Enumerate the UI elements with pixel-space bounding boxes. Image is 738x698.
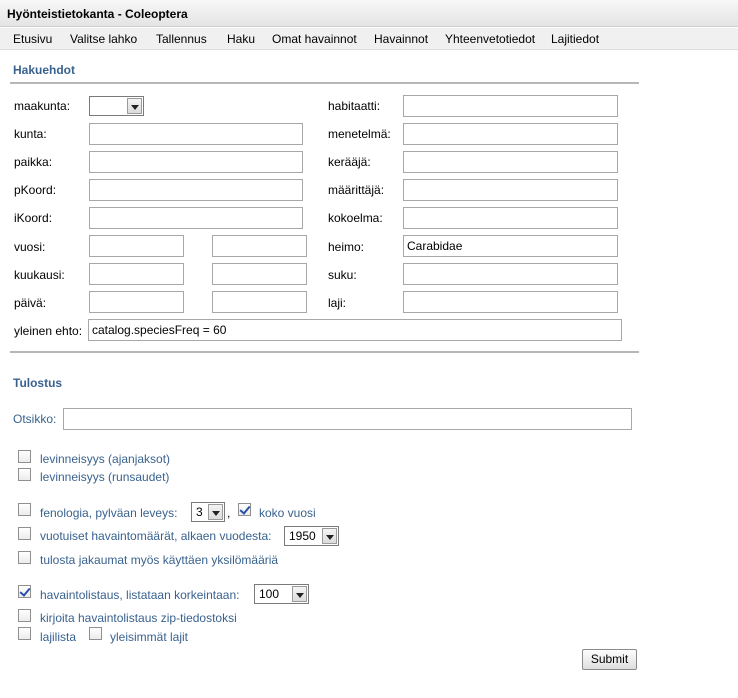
yleisimmat-checkbox[interactable] <box>89 627 102 640</box>
habitaatti-label: habitaatti: <box>328 99 381 113</box>
kunta-label: kunta: <box>14 127 47 141</box>
havaintolistaus-checkbox[interactable] <box>18 585 31 598</box>
maakunta-label: maakunta: <box>14 99 71 113</box>
window-title: Hyönteistietokanta - Coleoptera <box>0 0 738 27</box>
levinneisyys-ajanjaksot-label: levinneisyys (ajanjaksot) <box>40 452 171 466</box>
keraaja-label: kerääjä: <box>328 155 371 169</box>
fenologia-label: fenologia, pylväan leveys: <box>40 506 178 520</box>
pkoord-field[interactable] <box>89 179 303 201</box>
menu-lajitiedot[interactable]: Lajitiedot <box>551 32 599 46</box>
paiva-label: päivä: <box>14 296 47 310</box>
output-section-title: Tulostus <box>13 376 63 390</box>
paikka-label: paikka: <box>14 155 53 169</box>
vuotuiset-checkbox[interactable] <box>18 527 31 540</box>
menu-omat-havainnot[interactable]: Omat havainnot <box>272 32 357 46</box>
menu-haku[interactable]: Haku <box>227 32 255 46</box>
lajilista-checkbox[interactable] <box>18 627 31 640</box>
paiva-from-field[interactable] <box>89 291 184 313</box>
keraaja-field[interactable] <box>403 151 618 173</box>
koko-vuosi-checkbox[interactable] <box>238 503 251 516</box>
kuukausi-to-field[interactable] <box>212 263 307 285</box>
ikoord-field[interactable] <box>89 207 303 229</box>
chevron-down-icon <box>208 504 223 520</box>
search-divider-top <box>10 82 639 84</box>
jakaumat-label: tulosta jakaumat myös käyttäen yksilömää… <box>40 553 279 567</box>
search-section-title: Hakuehdot <box>13 63 76 77</box>
maakunta-select[interactable] <box>89 96 144 116</box>
laji-label: laji: <box>328 296 347 310</box>
levinneisyys-ajanjaksot-checkbox[interactable] <box>18 450 31 463</box>
vuosi-to-field[interactable] <box>212 235 307 257</box>
vuosi-label: vuosi: <box>14 240 46 254</box>
fenologia-comma: , <box>227 506 231 520</box>
fenologia-width-value: 3 <box>196 505 203 519</box>
menu-bar: Etusivu Valitse lahko Tallennus Haku Oma… <box>0 28 738 50</box>
lajilista-label: lajilista <box>40 630 77 644</box>
menu-etusivu[interactable]: Etusivu <box>13 32 52 46</box>
yleinen-ehto-field[interactable] <box>88 319 622 341</box>
menetelma-field[interactable] <box>403 123 618 145</box>
kokoelma-label: kokoelma: <box>328 211 383 225</box>
ikoord-label: iKoord: <box>14 211 53 225</box>
levinneisyys-runsaudet-checkbox[interactable] <box>18 468 31 481</box>
chevron-down-icon <box>322 528 337 544</box>
suku-label: suku: <box>328 268 357 282</box>
menu-yhteenvetotiedot[interactable]: Yhteenvetotiedot <box>445 32 535 46</box>
kuukausi-label: kuukausi: <box>14 268 65 282</box>
heimo-field[interactable] <box>403 235 618 257</box>
chevron-down-icon <box>127 98 142 114</box>
submit-button[interactable]: Submit <box>582 649 637 670</box>
havaintolistaus-max-value: 100 <box>259 587 280 601</box>
kokoelma-field[interactable] <box>403 207 618 229</box>
menu-valitse-lahko[interactable]: Valitse lahko <box>70 32 137 46</box>
havaintolistaus-max-select[interactable]: 100 <box>254 584 309 604</box>
otsikko-field[interactable] <box>63 408 632 430</box>
yleisimmat-label: yleisimmät lajit <box>110 630 189 644</box>
search-divider-bottom <box>10 351 639 353</box>
menetelma-label: menetelmä: <box>328 127 391 141</box>
otsikko-label: Otsikko: <box>13 412 57 426</box>
pkoord-label: pKoord: <box>14 183 57 197</box>
menu-havainnot[interactable]: Havainnot <box>374 32 428 46</box>
zip-label: kirjoita havaintolistaus zip-tiedostoksi <box>40 611 237 625</box>
vuotuiset-year-value: 1950 <box>289 529 316 543</box>
fenologia-width-select[interactable]: 3 <box>191 502 225 522</box>
vuotuiset-label: vuotuiset havaintomäärät, alkaen vuodest… <box>40 529 272 543</box>
jakaumat-checkbox[interactable] <box>18 551 31 564</box>
chevron-down-icon <box>292 586 307 602</box>
maarittaja-field[interactable] <box>403 179 618 201</box>
kuukausi-from-field[interactable] <box>89 263 184 285</box>
vuotuiset-year-select[interactable]: 1950 <box>284 526 339 546</box>
fenologia-checkbox[interactable] <box>18 503 31 516</box>
habitaatti-field[interactable] <box>403 95 618 117</box>
levinneisyys-runsaudet-label: levinneisyys (runsaudet) <box>40 470 170 484</box>
kunta-field[interactable] <box>89 123 303 145</box>
suku-field[interactable] <box>403 263 618 285</box>
paikka-field[interactable] <box>89 151 303 173</box>
maarittaja-label: määrittäjä: <box>328 183 385 197</box>
havaintolistaus-label: havaintolistaus, listataan korkeintaan: <box>40 588 240 602</box>
koko-vuosi-label: koko vuosi <box>259 506 316 520</box>
vuosi-from-field[interactable] <box>89 235 184 257</box>
paiva-to-field[interactable] <box>212 291 307 313</box>
menu-tallennus[interactable]: Tallennus <box>156 32 207 46</box>
yleinen-ehto-label: yleinen ehto: <box>14 324 83 338</box>
laji-field[interactable] <box>403 291 618 313</box>
zip-checkbox[interactable] <box>18 609 31 622</box>
heimo-label: heimo: <box>328 240 365 254</box>
